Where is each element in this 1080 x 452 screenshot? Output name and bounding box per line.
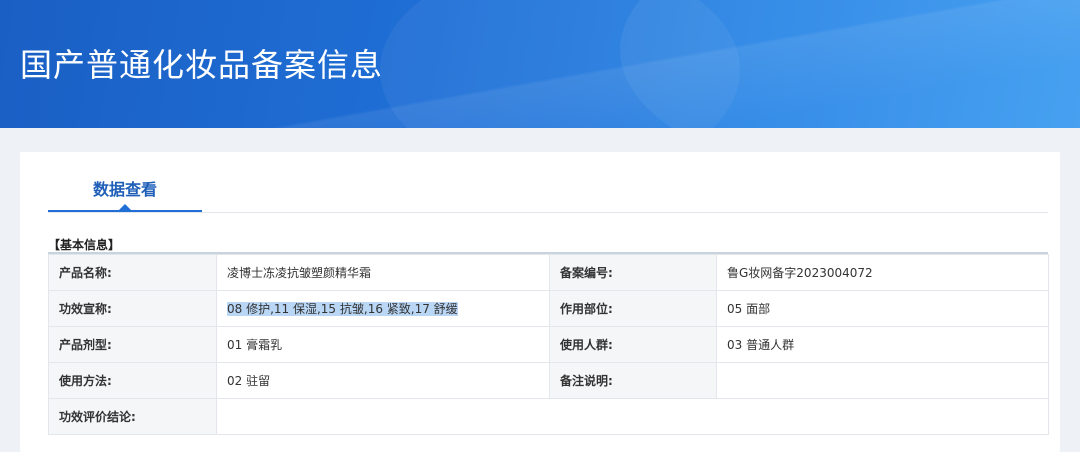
field-value-cell: 08 修护,11 保湿,15 抗皱,16 紧致,17 舒缓 (216, 290, 550, 327)
tab-data-view[interactable]: 数据查看 (48, 152, 202, 212)
field-value: 凌博士冻凌抗皱塑颜精华霜 (216, 254, 550, 291)
table-row: 功效评价结论: (48, 398, 1049, 435)
field-label: 作用部位: (549, 290, 717, 327)
basic-info-table: 产品名称: 凌博士冻凌抗皱塑颜精华霜 备案编号: 鲁G妆网备字202300407… (48, 254, 1049, 435)
field-value: 01 膏霜乳 (216, 326, 550, 363)
page-title: 国产普通化妆品备案信息 (20, 46, 384, 84)
table-row: 使用方法: 02 驻留 备注说明: (48, 362, 1049, 399)
field-label: 功效评价结论: (48, 398, 217, 435)
table-row: 功效宣称: 08 修护,11 保湿,15 抗皱,16 紧致,17 舒缓 作用部位… (48, 290, 1049, 327)
section-title: 【基本信息】 (48, 238, 121, 252)
field-value (216, 398, 1049, 435)
field-label: 使用人群: (549, 326, 717, 363)
table-row: 产品名称: 凌博士冻凌抗皱塑颜精华霜 备案编号: 鲁G妆网备字202300407… (48, 254, 1049, 291)
field-label: 产品剂型: (48, 326, 217, 363)
tab-divider (48, 212, 1048, 213)
selected-text: 08 修护,11 保湿,15 抗皱,16 紧致,17 舒缓 (227, 302, 458, 316)
tab-label: 数据查看 (92, 180, 157, 199)
field-value: 02 驻留 (216, 362, 550, 399)
content-card: 数据查看 【基本信息】 产品名称: 凌博士冻凌抗皱塑颜精华霜 备案编号: 鲁G妆… (20, 152, 1060, 452)
field-label: 产品名称: (48, 254, 217, 291)
header-banner: 国产普通化妆品备案信息 (0, 0, 1080, 128)
field-label: 备案编号: (549, 254, 717, 291)
field-label: 备注说明: (549, 362, 717, 399)
field-value (716, 362, 1049, 399)
field-value: 03 普通人群 (716, 326, 1049, 363)
field-value: 05 面部 (716, 290, 1049, 327)
field-label: 功效宣称: (48, 290, 217, 327)
field-label: 使用方法: (48, 362, 217, 399)
field-value: 鲁G妆网备字2023004072 (716, 254, 1049, 291)
table-row: 产品剂型: 01 膏霜乳 使用人群: 03 普通人群 (48, 326, 1049, 363)
